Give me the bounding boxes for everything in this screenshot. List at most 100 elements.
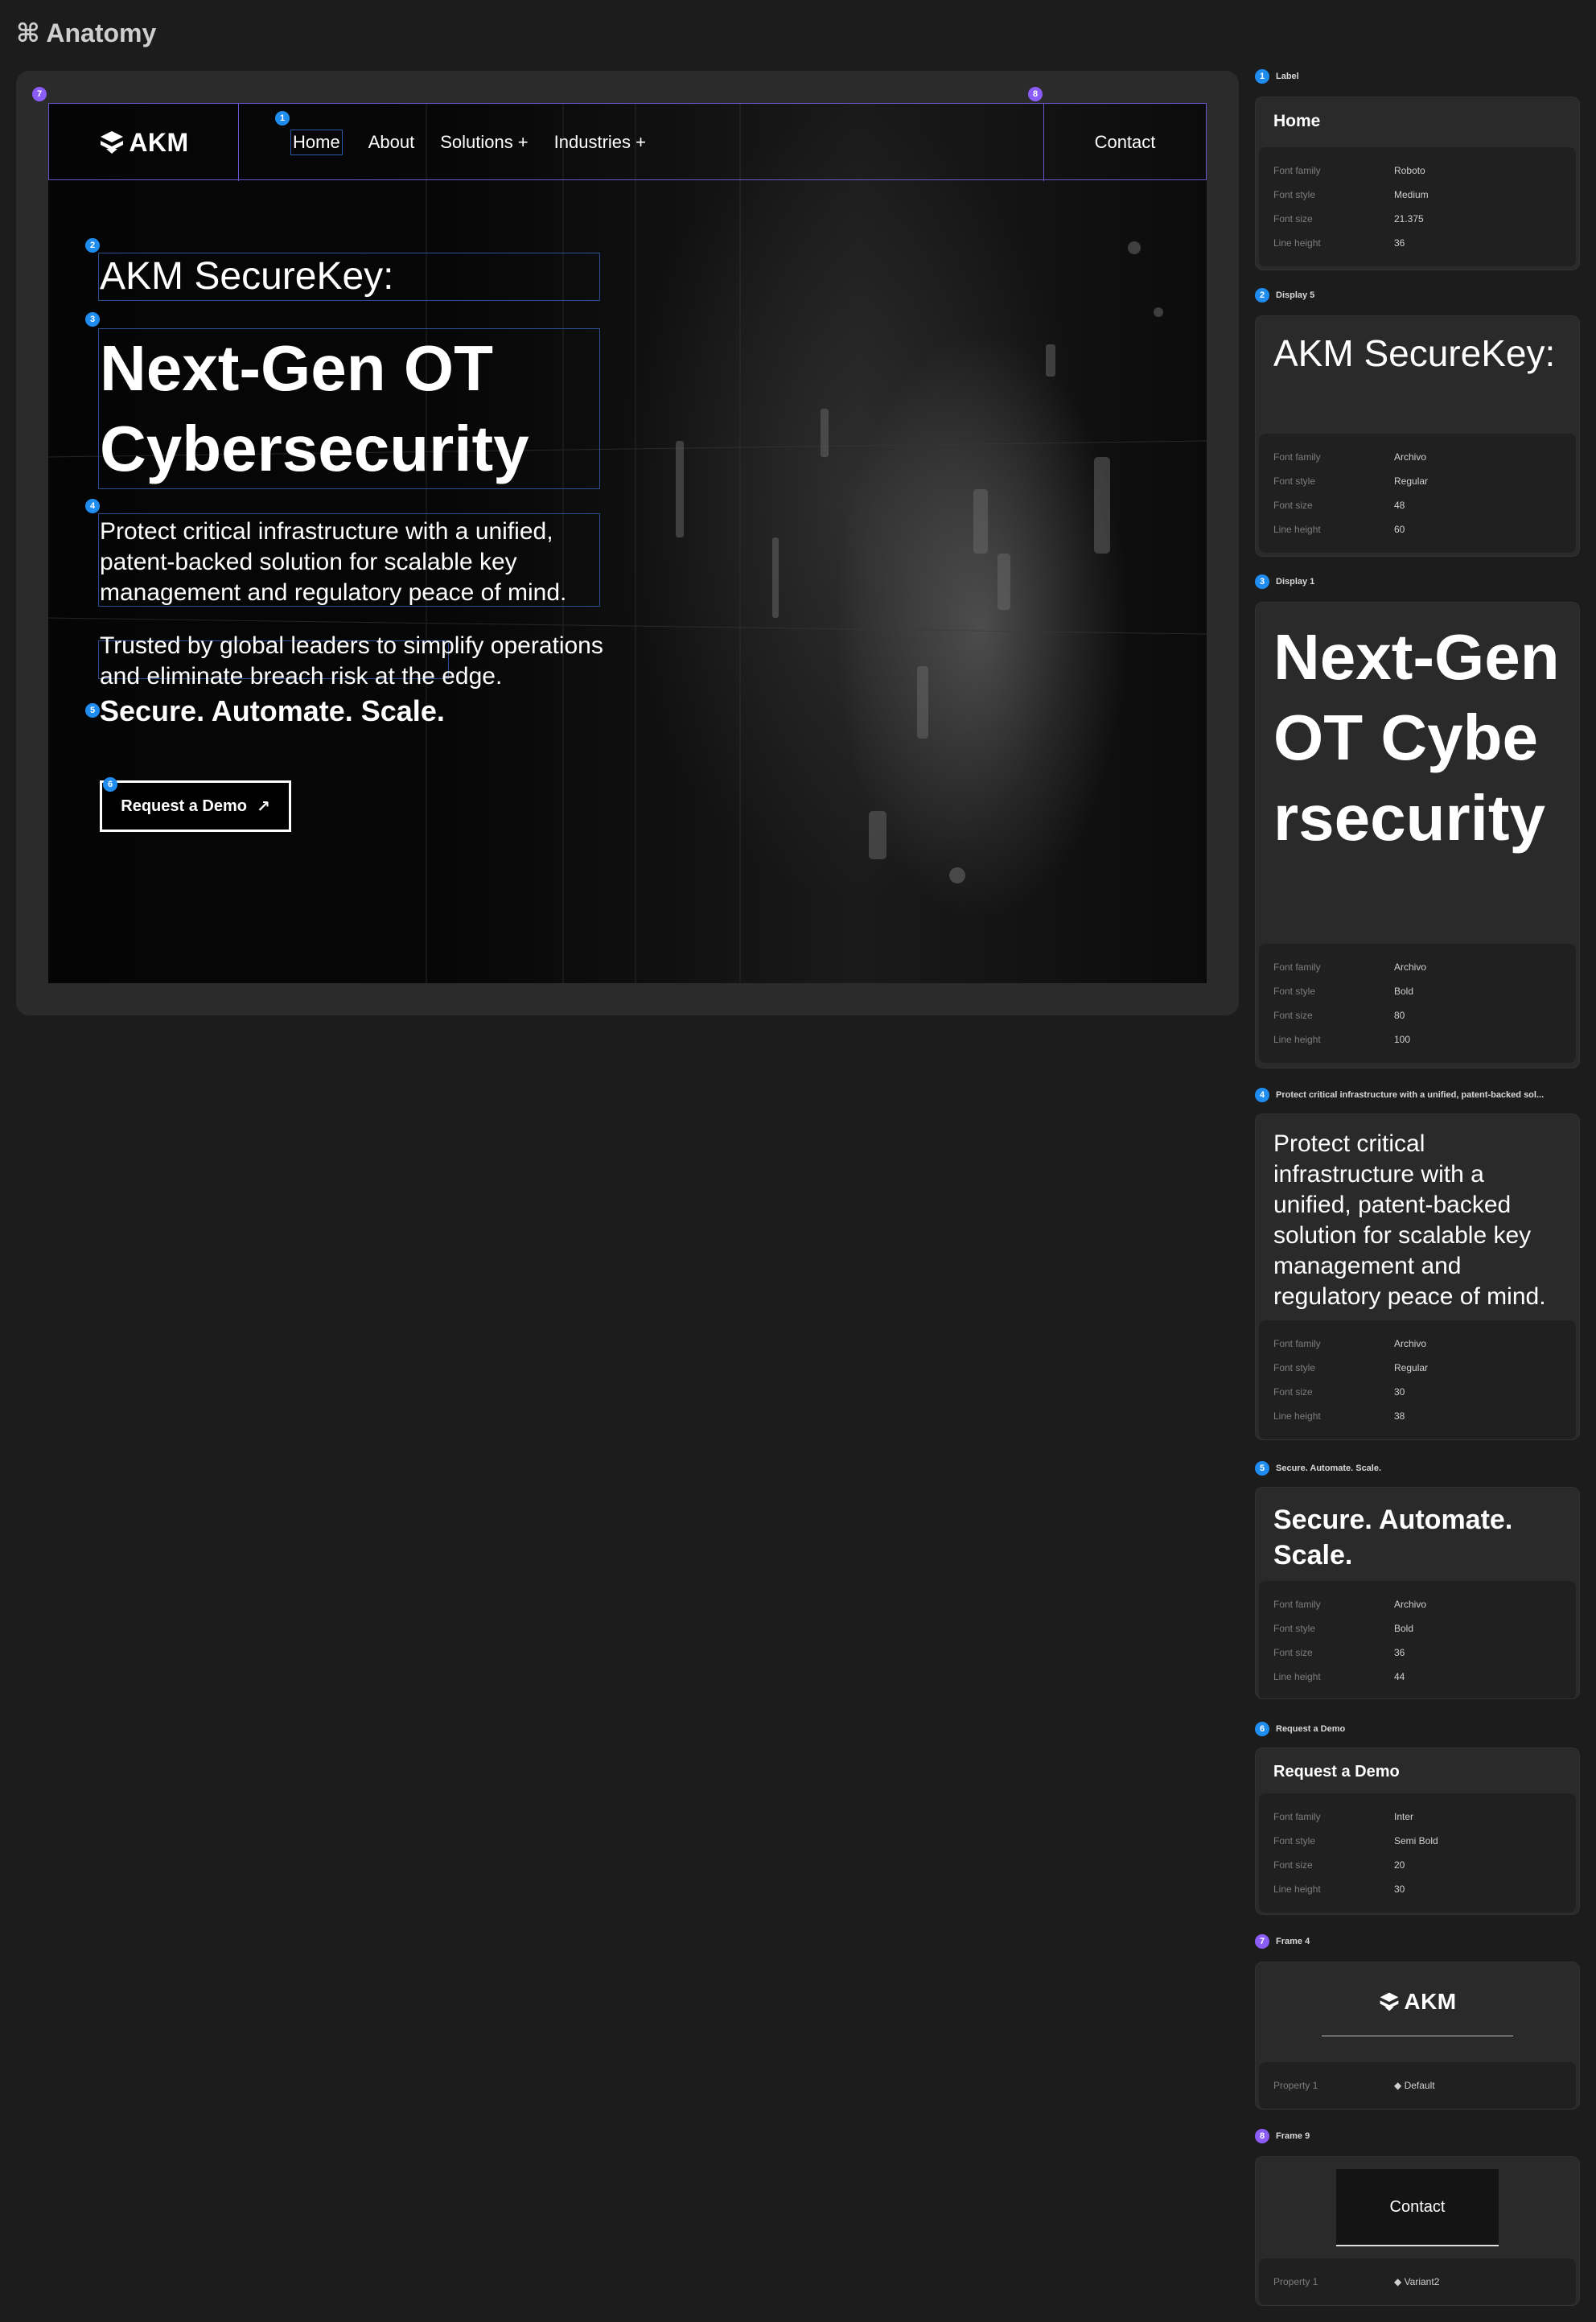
spec-prop-key: Property 1	[1273, 2080, 1318, 2091]
spec-badge: 7	[1255, 1934, 1269, 1949]
contact-button[interactable]: Contact	[1043, 104, 1206, 181]
nav-link-industries[interactable]: Industries +	[554, 132, 646, 153]
spec-props: Font family Archivo Font style Regular Fon…	[1259, 434, 1576, 553]
spec-prop-row: Font family Archivo	[1273, 1332, 1561, 1356]
spec-prop-key: Font style	[1273, 986, 1316, 997]
spec-prop-key: Property 1	[1273, 2276, 1318, 2287]
spec-prop-key: Font family	[1273, 961, 1321, 973]
spec-prop-value: Inter	[1394, 1811, 1414, 1822]
spec-prop-row: Font family Archivo	[1273, 1592, 1561, 1616]
spec-badge: 3	[1255, 574, 1269, 589]
spec-prop-row: Font family Roboto	[1273, 159, 1561, 183]
spec-header-7: 7 Frame 4	[1255, 1934, 1310, 1949]
badge-7: 7	[32, 87, 47, 101]
spec-prop-key: Font style	[1273, 1362, 1316, 1373]
badge-5: 5	[85, 703, 100, 718]
spec-badge: 6	[1255, 1722, 1269, 1736]
spec-prop-value: Regular	[1394, 1362, 1429, 1373]
spec-header-2: 2 Display 5	[1255, 288, 1314, 303]
spec-prop-row: Font size 80	[1273, 1003, 1561, 1027]
nav-link-solutions[interactable]: Solutions +	[440, 132, 528, 153]
spec-prop-key: Line height	[1273, 1034, 1321, 1045]
spec-header-6: 6 Request a Demo	[1255, 1722, 1345, 1736]
spec-prop-row: Line height 100	[1273, 1027, 1561, 1052]
spec-prop-value: 100	[1394, 1034, 1411, 1045]
spec-card-display1: Next-Gen OT Cybersecurity Font family Arc…	[1255, 602, 1580, 1068]
spec-prop-key: Font family	[1273, 165, 1321, 176]
spec-header-8: 8 Frame 9	[1255, 2129, 1310, 2143]
spec-preview: AKM SecureKey:	[1273, 332, 1556, 374]
spec-prop-key: Line height	[1273, 237, 1321, 249]
spec-prop-key: Font size	[1273, 500, 1313, 511]
spec-preview: Secure. Automate. Scale.	[1273, 1505, 1513, 1571]
spec-prop-row: Line height 38	[1273, 1404, 1561, 1428]
spec-badge: 2	[1255, 288, 1269, 303]
spec-prop-key: Font style	[1273, 476, 1316, 487]
spec-prop-row: Font style Medium	[1273, 183, 1561, 207]
spec-prop-row: Font size 20	[1273, 1853, 1561, 1877]
spec-prop-key: Font style	[1273, 189, 1316, 200]
spec-props: Font family Archivo Font style Bold Font s…	[1259, 944, 1576, 1063]
spec-prop-value: 48	[1394, 500, 1405, 511]
spec-header-4: 4 Protect critical infrastructure with a…	[1255, 1088, 1544, 1102]
spec-name: Frame 4	[1276, 1937, 1310, 1946]
hero-body-secondary: Trusted by global leaders to simplify op…	[100, 632, 603, 690]
logo-text: AKM	[129, 127, 189, 157]
spec-prop-value: 21.375	[1394, 213, 1424, 224]
spec-prop-row: Line height 36	[1273, 231, 1561, 255]
arrow-up-right-icon: ↗	[256, 797, 270, 816]
spec-badge: 1	[1255, 69, 1269, 84]
spec-badge: 8	[1255, 2129, 1269, 2143]
spec-prop-row: Property 1 ◆ Variant2	[1273, 2270, 1561, 2294]
spec-badge: 4	[1255, 1088, 1269, 1102]
nav-link-home[interactable]: Home	[290, 130, 343, 155]
hero-body: Protect critical infrastructure with a u…	[100, 518, 567, 606]
akm-logo: AKM	[98, 128, 188, 158]
spec-prop-value: 60	[1394, 524, 1405, 535]
logo-frame[interactable]: AKM	[49, 104, 239, 181]
spec-prop-row: Line height 44	[1273, 1665, 1561, 1689]
spec-prop-row: Font style Regular	[1273, 1356, 1561, 1380]
spec-prop-value: Bold	[1394, 986, 1414, 997]
spec-prop-value: Roboto	[1394, 165, 1425, 176]
spec-card-frame4: AKM Property 1 ◆ Default	[1255, 1962, 1580, 2110]
spec-prop-value: Archivo	[1394, 961, 1427, 973]
spec-preview: Protect critical infrastructure with a u…	[1273, 1130, 1546, 1310]
spec-prop-key: Font size	[1273, 1010, 1313, 1021]
navbar: AKM Home About Solutions + Industries + …	[48, 103, 1207, 181]
spec-prop-value: 80	[1394, 1010, 1405, 1021]
spec-name: Secure. Automate. Scale.	[1276, 1464, 1382, 1473]
spec-props: Font family Archivo Font style Regular Fon…	[1259, 1320, 1576, 1439]
badge-6: 6	[103, 777, 117, 792]
hero-headline: Next-Gen OT Cybersecurity	[100, 328, 615, 489]
spec-prop-value: 44	[1394, 1671, 1405, 1682]
spec-prop-row: Font size 48	[1273, 493, 1561, 517]
spec-prop-value: Archivo	[1394, 451, 1427, 463]
contact-frame-preview: Contact	[1336, 2169, 1499, 2246]
akm-logo-small: AKM	[1378, 1989, 1456, 2015]
spec-prop-value: Semi Bold	[1394, 1835, 1438, 1846]
spec-prop-key: Font size	[1273, 1647, 1313, 1658]
spec-prop-row: Font style Bold	[1273, 979, 1561, 1003]
request-demo-label: Request a Demo	[121, 797, 247, 815]
spec-card-body: Protect critical infrastructure with a u…	[1255, 1114, 1580, 1440]
spec-prop-key: Font style	[1273, 1623, 1316, 1634]
spec-props: Font family Archivo Font style Bold Font s…	[1259, 1581, 1576, 1698]
spec-prop-key: Line height	[1273, 1884, 1321, 1895]
spec-name: Display 5	[1276, 290, 1315, 300]
spec-prop-row: Font size 36	[1273, 1641, 1561, 1665]
request-demo-button[interactable]: Request a Demo ↗	[100, 780, 291, 832]
spec-card-tagline: Secure. Automate. Scale. Font family Arch…	[1255, 1487, 1580, 1699]
spec-header-3: 3 Display 1	[1255, 574, 1314, 589]
spec-header-1: 1 Label	[1255, 69, 1299, 84]
spec-prop-value: Bold	[1394, 1623, 1414, 1634]
spec-prop-row: Font family Archivo	[1273, 445, 1561, 469]
spec-prop-value: 30	[1394, 1386, 1405, 1398]
nav-link-about[interactable]: About	[368, 132, 415, 153]
spec-preview: Home	[1273, 112, 1321, 130]
spec-prop-value: 38	[1394, 1410, 1405, 1422]
nav-links: Home About Solutions + Industries +	[290, 104, 646, 181]
spec-prop-key: Font size	[1273, 1859, 1313, 1871]
spec-prop-key: Line height	[1273, 1671, 1321, 1682]
spec-name: Request a Demo	[1276, 1724, 1346, 1734]
